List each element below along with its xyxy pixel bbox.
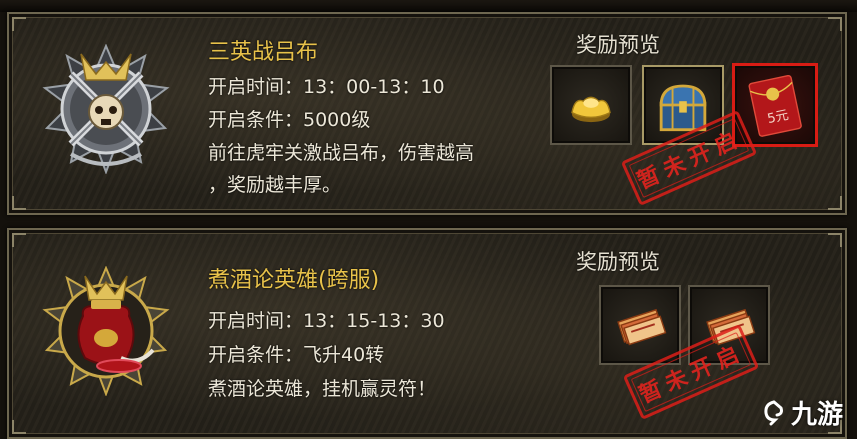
reward-preview-title: 奖励预览 bbox=[576, 33, 660, 57]
reward-preview-title: 奖励预览 bbox=[576, 250, 660, 274]
event-description-line1: 煮酒论英雄，挂机赢灵符！ bbox=[208, 378, 437, 400]
event-title: 三英战吕布 bbox=[208, 40, 319, 65]
watermark-text: 九游 bbox=[790, 400, 843, 430]
frame-corner bbox=[828, 196, 842, 210]
event-description-line1: 前往虎牢关激战吕布，伤害越高 bbox=[208, 142, 475, 164]
talisman-icon bbox=[617, 308, 667, 346]
frame-corner bbox=[828, 17, 842, 31]
reward-slot-gold-ingot[interactable] bbox=[550, 65, 632, 145]
frame-corner bbox=[12, 17, 26, 31]
gold-ingot-icon bbox=[571, 96, 611, 123]
wine-jar-emblem-icon bbox=[41, 266, 171, 396]
jiuyou-logo-icon bbox=[764, 400, 783, 425]
jiuyou-watermark: 九游 bbox=[761, 394, 843, 431]
event-title: 煮酒论英雄(跨服) bbox=[208, 268, 380, 293]
frame-corner bbox=[12, 196, 26, 210]
open-condition: 开启条件：5000级 bbox=[208, 109, 371, 131]
frame-corner bbox=[828, 233, 842, 247]
event-card-wine-heroes[interactable]: 煮酒论英雄(跨服) 开启时间：13：15-13：30 开启条件：飞升40转 煮酒… bbox=[7, 228, 847, 439]
crossed-swords-skull-emblem-icon bbox=[41, 44, 171, 174]
top-edge bbox=[0, 0, 857, 12]
frame-corner bbox=[12, 420, 26, 434]
event-card-lubu[interactable]: 三英战吕布 开启时间：13：00-13：10 开启条件：5000级 前往虎牢关激… bbox=[7, 12, 847, 215]
open-time: 开启时间：13：00-13：10 bbox=[208, 76, 445, 98]
reward-slot-talisman[interactable] bbox=[599, 285, 681, 365]
frame-corner bbox=[12, 233, 26, 247]
event-description-line2: ，奖励越丰厚。 bbox=[208, 174, 342, 196]
open-condition: 开启条件：飞升40转 bbox=[208, 344, 385, 366]
open-time: 开启时间：13：15-13：30 bbox=[208, 310, 445, 332]
